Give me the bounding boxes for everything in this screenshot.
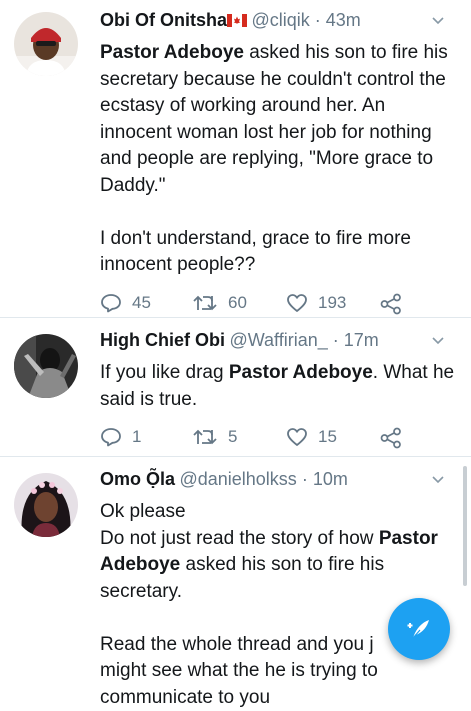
text-run: Read the whole thread and you j: [100, 634, 374, 655]
tweet-paragraph: might see what the he is trying to: [100, 658, 460, 685]
tweet-paragraph: Ok please: [100, 499, 460, 526]
share-button[interactable]: [380, 427, 412, 449]
tweet-text: Pastor Adeboye asked his son to fire his…: [100, 40, 460, 279]
tweet-text: If you like drag Pastor Adeboye. What he…: [100, 360, 460, 413]
mention-text: Pastor Adeboye: [229, 362, 373, 383]
user-handle[interactable]: @danielholkss: [179, 469, 296, 489]
text-run: Do not just read the story of how: [100, 528, 379, 549]
reply-button[interactable]: 45: [100, 293, 151, 313]
retweet-count: 5: [228, 427, 237, 447]
user-handle[interactable]: @Waffirian_: [229, 330, 327, 350]
reply-icon: [100, 293, 122, 313]
tweet-paragraph: Do not just read the story of how Pastor…: [100, 526, 460, 606]
dot-separator: ·: [297, 469, 313, 489]
retweet-count: 60: [228, 293, 247, 313]
text-run: asked his son to fire his secretary beca…: [100, 42, 448, 196]
tweet[interactable]: High Chief Obi @Waffirian_ · 17m If you …: [0, 318, 471, 456]
reply-icon: [100, 427, 122, 447]
text-run: Ok please: [100, 501, 186, 522]
chevron-down-icon[interactable]: [432, 16, 444, 26]
tweet-paragraph: Pastor Adeboye asked his son to fire his…: [100, 40, 460, 199]
reply-count: 45: [132, 293, 151, 313]
share-icon: [380, 293, 402, 315]
heart-icon: [286, 293, 308, 313]
like-button[interactable]: 15: [286, 427, 337, 447]
text-run: communicate to you: [100, 687, 270, 708]
mention-text: Pastor Adeboye: [100, 42, 244, 63]
user-handle[interactable]: @cliqik: [251, 10, 309, 30]
retweet-button[interactable]: 60: [192, 293, 247, 313]
display-name[interactable]: Obi Of Onitsha: [100, 10, 227, 30]
dot-separator: ·: [328, 330, 344, 350]
tweet-timestamp[interactable]: 17m: [344, 330, 379, 350]
retweet-button[interactable]: 5: [192, 427, 237, 447]
tweet-paragraph: I don't understand, grace to fire more i…: [100, 226, 460, 279]
avatar[interactable]: [14, 12, 78, 76]
display-name[interactable]: Omo Ọ̃la: [100, 469, 175, 489]
avatar[interactable]: [14, 473, 78, 537]
like-button[interactable]: 193: [286, 293, 346, 313]
text-run: If you like drag: [100, 362, 229, 383]
tweet-paragraph: If you like drag Pastor Adeboye. What he…: [100, 360, 460, 413]
avatar[interactable]: [14, 334, 78, 398]
text-run: might see what the he is trying to: [100, 660, 378, 681]
reply-count: 1: [132, 427, 141, 447]
dot-separator: ·: [310, 10, 326, 30]
canada-flag-icon: [227, 14, 247, 27]
like-count: 15: [318, 427, 337, 447]
chevron-down-icon[interactable]: [432, 336, 444, 346]
share-icon: [380, 427, 402, 449]
tweet-timestamp[interactable]: 10m: [313, 469, 348, 489]
retweet-icon: [192, 293, 218, 313]
tweet-paragraph: communicate to you: [100, 685, 460, 711]
compose-tweet-icon: [404, 614, 434, 644]
retweet-icon: [192, 427, 218, 447]
tweet[interactable]: Omo Ọ̃la @danielholkss · 10m Ok please D…: [0, 457, 471, 700]
scrollbar[interactable]: [463, 466, 467, 586]
tweet-timestamp[interactable]: 43m: [326, 10, 361, 30]
text-run: I don't understand, grace to fire more i…: [100, 228, 411, 276]
chevron-down-icon[interactable]: [432, 475, 444, 485]
like-count: 193: [318, 293, 346, 313]
reply-button[interactable]: 1: [100, 427, 141, 447]
display-name[interactable]: High Chief Obi: [100, 330, 225, 350]
heart-icon: [286, 427, 308, 447]
tweet[interactable]: Obi Of Onitsha @cliqik · 43m Pastor Adeb…: [0, 0, 471, 317]
compose-tweet-button[interactable]: [388, 598, 450, 660]
tweet-actions: 1 5 15: [100, 427, 460, 457]
share-button[interactable]: [380, 293, 412, 315]
